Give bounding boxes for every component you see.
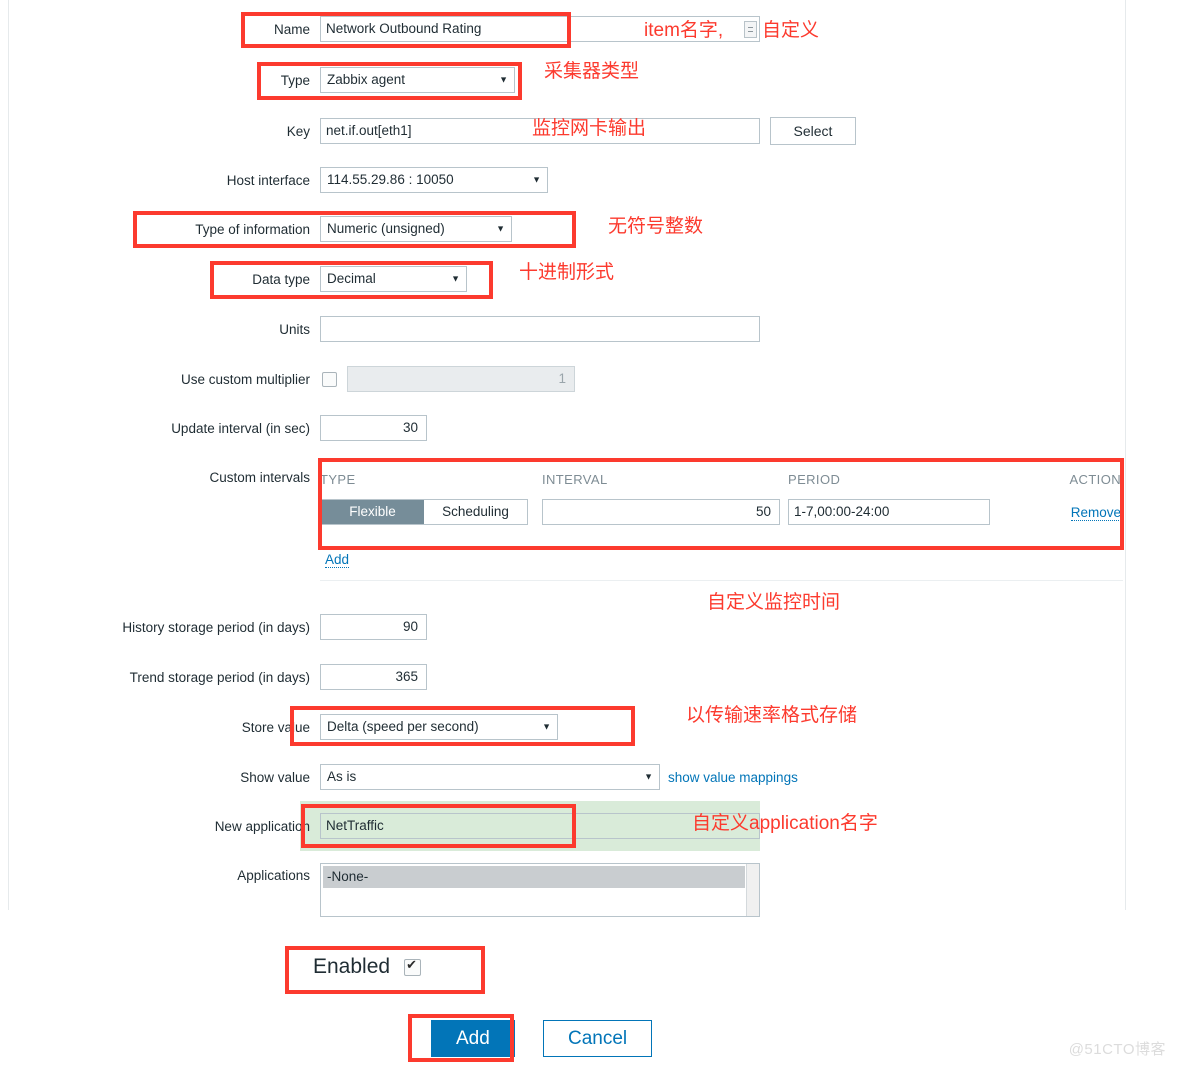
input-trend-storage-period[interactable]: 365 bbox=[320, 664, 427, 690]
annotation-type-note: 采集器类型 bbox=[544, 61, 640, 82]
label-host-interface: Host interface bbox=[226, 172, 310, 188]
zabbix-item-form-page: Name Network Outbound Rating item名字, 自定义… bbox=[0, 0, 1184, 1073]
cell-action: Remove bbox=[1000, 504, 1123, 521]
label-key: Key bbox=[286, 123, 310, 139]
column-header-period: PERIOD bbox=[788, 471, 841, 487]
table-row: Flexible Scheduling 50 1-7,00:00-24:00 R… bbox=[320, 496, 1123, 528]
show-value-mappings-link[interactable]: show value mappings bbox=[668, 770, 798, 785]
add-interval-link[interactable]: Add bbox=[325, 552, 350, 568]
form-row-store-value: Store value Delta (speed per second) ▼ bbox=[0, 714, 760, 740]
checkbox-enabled[interactable] bbox=[404, 957, 422, 976]
chevron-down-icon: ▼ bbox=[644, 771, 653, 782]
form-row-host-interface: Host interface 114.55.29.86 : 10050 ▼ bbox=[0, 167, 760, 193]
label-data-type: Data type bbox=[252, 271, 310, 287]
custom-intervals-divider bbox=[320, 580, 1123, 581]
input-custom-multiplier: 1 bbox=[347, 366, 575, 392]
form-row-history-storage-period: History storage period (in days) 90 bbox=[0, 614, 760, 640]
input-period[interactable]: 1-7,00:00-24:00 bbox=[788, 499, 990, 525]
custom-intervals-header-row: TYPE INTERVAL PERIOD ACTION bbox=[320, 462, 1123, 496]
label-show-value: Show value bbox=[240, 769, 310, 785]
label-history-storage-period: History storage period (in days) bbox=[122, 619, 310, 635]
add-interval-row: Add bbox=[325, 552, 350, 568]
annotation-name-note2: 自定义 bbox=[762, 20, 820, 41]
form-row-show-value: Show value As is ▼ show value mappings bbox=[0, 764, 900, 790]
select-type[interactable]: Zabbix agent ▼ bbox=[320, 67, 515, 93]
label-use-custom-multiplier: Use custom multiplier bbox=[180, 371, 310, 387]
cell-type: Flexible Scheduling bbox=[320, 499, 542, 525]
annotation-key-note: 监控网卡输出 bbox=[532, 118, 647, 139]
label-type: Type bbox=[280, 72, 310, 88]
resize-handle-icon[interactable] bbox=[744, 21, 757, 38]
select-store-value-value: Delta (speed per second) bbox=[327, 719, 479, 734]
label-applications: Applications bbox=[237, 868, 310, 883]
form-row-new-application: New application NetTraffic bbox=[0, 813, 760, 839]
listbox-applications[interactable]: -None- bbox=[320, 863, 760, 917]
form-row-units: Units bbox=[0, 316, 760, 342]
select-type-of-information-value: Numeric (unsigned) bbox=[327, 221, 445, 236]
label-update-interval: Update interval (in sec) bbox=[171, 420, 310, 436]
select-host-interface[interactable]: 114.55.29.86 : 10050 ▼ bbox=[320, 167, 548, 193]
annotation-app-note: 自定义application名字 bbox=[692, 813, 878, 834]
scrollbar[interactable] bbox=[746, 864, 759, 916]
chevron-down-icon: ▼ bbox=[499, 74, 508, 85]
label-trend-storage-period: Trend storage period (in days) bbox=[129, 669, 310, 685]
column-header-action: ACTION bbox=[1069, 471, 1121, 487]
label-store-value: Store value bbox=[241, 719, 310, 735]
toggle-option-flexible[interactable]: Flexible bbox=[321, 500, 424, 524]
label-enabled: Enabled bbox=[313, 955, 391, 978]
input-units[interactable] bbox=[320, 316, 760, 342]
watermark: @51CTO博客 bbox=[1068, 1041, 1166, 1058]
column-header-interval: INTERVAL bbox=[542, 471, 608, 487]
column-header-type: TYPE bbox=[320, 471, 356, 487]
checkbox-use-custom-multiplier[interactable] bbox=[322, 371, 337, 387]
form-row-applications: Applications -None- bbox=[0, 863, 760, 917]
select-show-value[interactable]: As is ▼ bbox=[320, 764, 660, 790]
select-data-type[interactable]: Decimal ▼ bbox=[320, 266, 467, 292]
custom-intervals-table: TYPE INTERVAL PERIOD ACTION Flexible Sch… bbox=[320, 462, 1123, 528]
label-custom-intervals: Custom intervals bbox=[209, 470, 310, 485]
annotation-store-note: 以传输速率格式存储 bbox=[686, 705, 858, 726]
label-name: Name bbox=[273, 21, 310, 37]
select-store-value[interactable]: Delta (speed per second) ▼ bbox=[320, 714, 558, 740]
input-interval[interactable]: 50 bbox=[542, 499, 780, 525]
annotation-info-note: 无符号整数 bbox=[608, 216, 704, 237]
chevron-down-icon: ▼ bbox=[451, 273, 460, 284]
add-button[interactable]: Add bbox=[431, 1020, 515, 1057]
form-row-enabled: Enabled bbox=[313, 955, 422, 979]
chevron-down-icon: ▼ bbox=[496, 223, 505, 234]
select-type-value: Zabbix agent bbox=[327, 72, 406, 87]
form-row-type: Type Zabbix agent ▼ bbox=[0, 67, 760, 93]
select-show-value-value: As is bbox=[327, 769, 357, 784]
form-row-update-interval: Update interval (in sec) 30 bbox=[0, 415, 760, 441]
toggle-interval-type[interactable]: Flexible Scheduling bbox=[320, 499, 528, 525]
form-row-trend-storage-period: Trend storage period (in days) 365 bbox=[0, 664, 760, 690]
chevron-down-icon: ▼ bbox=[542, 721, 551, 732]
toggle-option-scheduling[interactable]: Scheduling bbox=[424, 500, 527, 524]
annotation-intervals-note: 自定义监控时间 bbox=[707, 592, 841, 613]
remove-interval-link[interactable]: Remove bbox=[1070, 504, 1121, 521]
annotation-name-note: item名字, bbox=[644, 20, 724, 41]
cell-period: 1-7,00:00-24:00 bbox=[788, 499, 1000, 525]
form-row-key: Key net.if.out[eth1] Select bbox=[0, 117, 860, 145]
cell-interval: 50 bbox=[542, 499, 788, 525]
input-update-interval[interactable]: 30 bbox=[320, 415, 427, 441]
annotation-datatype-note: 十进制形式 bbox=[519, 262, 615, 283]
select-data-type-value: Decimal bbox=[327, 271, 376, 286]
select-key-button[interactable]: Select bbox=[770, 117, 856, 145]
chevron-down-icon: ▼ bbox=[532, 174, 541, 185]
cancel-button[interactable]: Cancel bbox=[543, 1020, 653, 1057]
label-units: Units bbox=[279, 321, 310, 337]
input-history-storage-period[interactable]: 90 bbox=[320, 614, 427, 640]
form-row-use-custom-multiplier: Use custom multiplier 1 bbox=[0, 366, 760, 392]
list-item[interactable]: -None- bbox=[323, 866, 745, 888]
label-type-of-information: Type of information bbox=[195, 221, 310, 237]
label-new-application: New application bbox=[214, 818, 310, 834]
select-type-of-information[interactable]: Numeric (unsigned) ▼ bbox=[320, 216, 512, 242]
select-host-interface-value: 114.55.29.86 : 10050 bbox=[327, 172, 454, 187]
form-row-data-type: Data type Decimal ▼ bbox=[0, 266, 760, 292]
